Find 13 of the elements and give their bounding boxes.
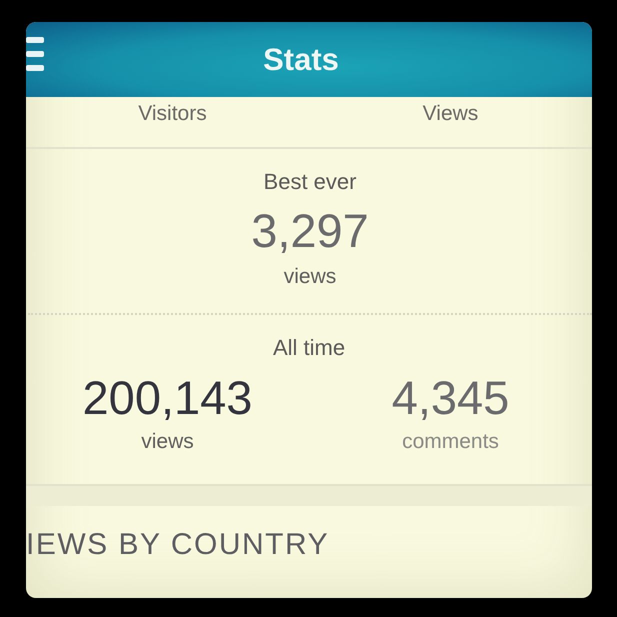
- best-ever-unit: views: [284, 265, 336, 289]
- menu-icon[interactable]: [26, 37, 44, 71]
- legend-label: Views: [422, 102, 478, 126]
- section-heading: IEWS BY COUNTRY: [26, 528, 330, 561]
- stat-value: 4,345: [392, 370, 510, 426]
- all-time-label: All time: [272, 335, 346, 361]
- stat-value: 200,143: [82, 370, 252, 426]
- stat-unit: views: [141, 430, 194, 454]
- legend-label: Visitors: [138, 102, 207, 126]
- best-ever-value: 3,297: [251, 203, 369, 259]
- stat-unit: comments: [402, 430, 499, 454]
- best-ever-label: Best ever: [264, 169, 356, 195]
- screen-title: Stats: [263, 42, 339, 78]
